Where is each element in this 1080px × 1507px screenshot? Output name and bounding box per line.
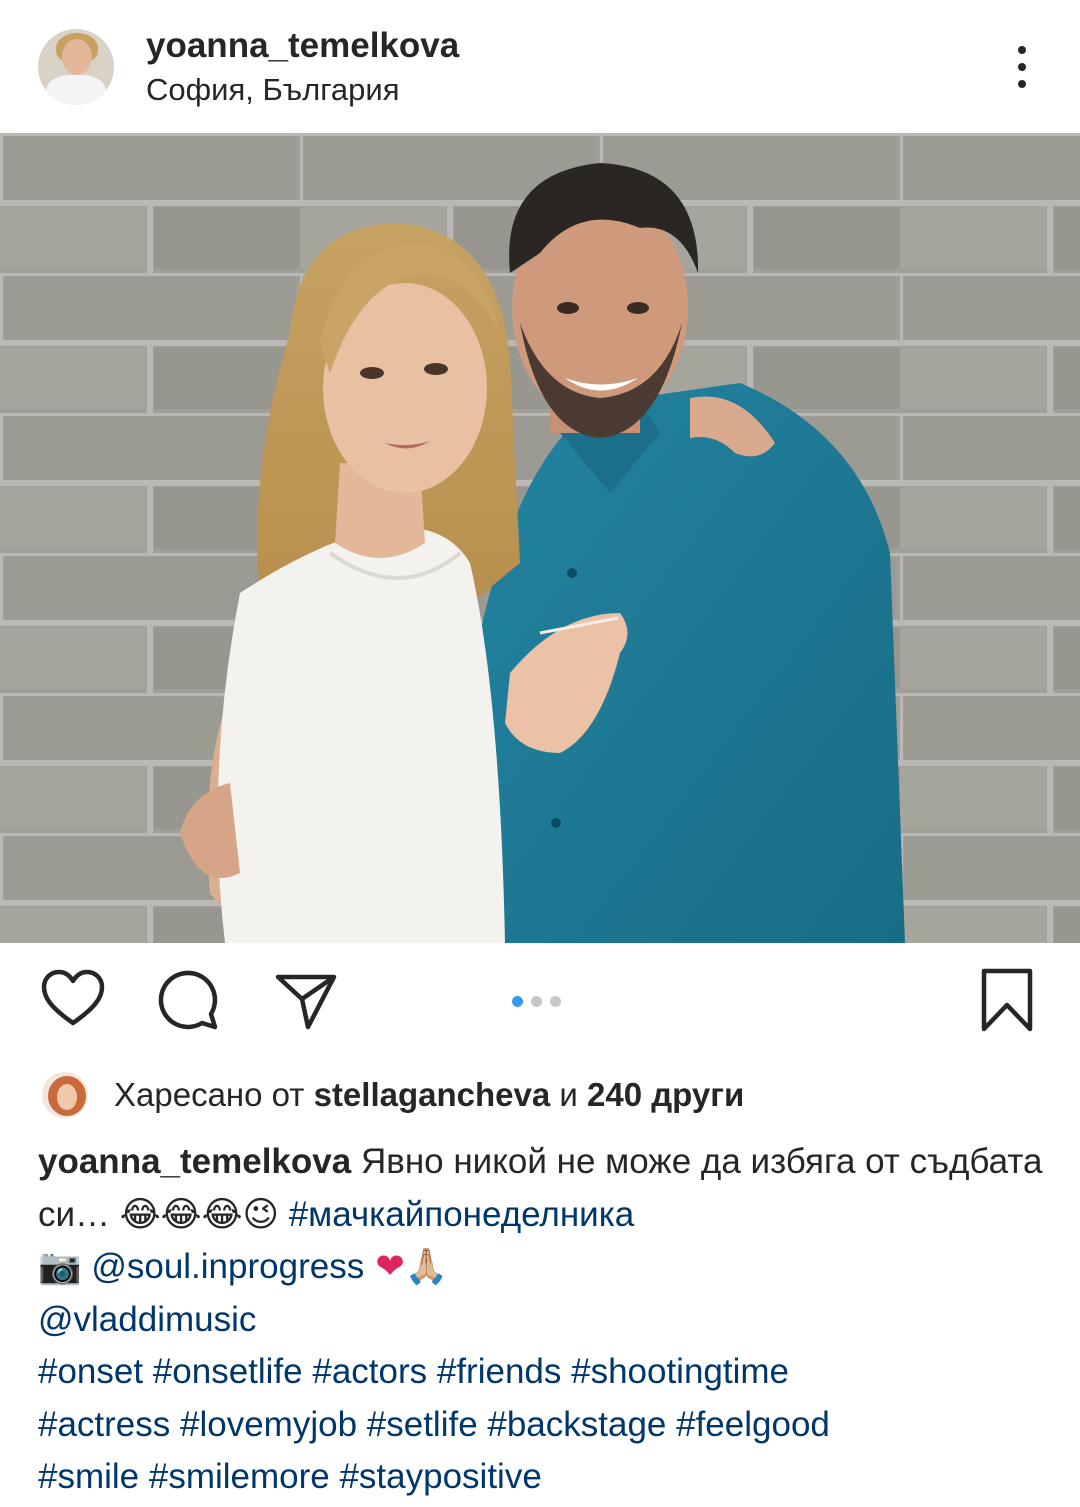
more-options-icon[interactable]: [1004, 40, 1040, 96]
post-header: yoanna_temelkova София, България: [0, 0, 1080, 133]
post-location[interactable]: София, България: [146, 72, 399, 108]
post-caption: yoanna_temelkova Явно никой не може да и…: [38, 1136, 1048, 1504]
share-icon[interactable]: [272, 967, 338, 1033]
carousel-indicator: [512, 996, 561, 1008]
caption-emojis: 😂😂😂😉: [119, 1194, 279, 1235]
heart-pray-emojis: ❤🙏🏼: [364, 1247, 449, 1287]
caption-username[interactable]: yoanna_temelkova: [38, 1142, 351, 1181]
likes-count[interactable]: 240 други: [587, 1076, 744, 1113]
likes-text[interactable]: Харесано от stellagancheva и 240 други: [114, 1076, 744, 1114]
hashtags-line[interactable]: #onset #onsetlife #actors #friends #shoo…: [38, 1352, 789, 1391]
comment-icon[interactable]: [155, 967, 221, 1033]
mention-link[interactable]: @soul.inprogress: [82, 1247, 364, 1286]
carousel-dot: [531, 996, 542, 1007]
camera-icon: 📷: [38, 1247, 82, 1287]
heart-icon[interactable]: [40, 967, 106, 1033]
hashtags-line[interactable]: #actress #lovemyjob #setlife #backstage …: [38, 1405, 830, 1444]
post-username[interactable]: yoanna_temelkova: [146, 26, 459, 66]
carousel-dot-active: [512, 996, 523, 1007]
carousel-dot: [550, 996, 561, 1007]
hashtag[interactable]: #мачкайпонеделника: [279, 1195, 635, 1234]
post-photo[interactable]: [0, 133, 1080, 943]
liker-username[interactable]: stellagancheva: [314, 1076, 551, 1113]
liker-avatar: [40, 1070, 90, 1120]
bookmark-icon[interactable]: [974, 967, 1040, 1033]
profile-avatar[interactable]: [38, 29, 114, 105]
hashtags-line[interactable]: #smile #smilemore #staypositive: [38, 1457, 542, 1496]
mention-link[interactable]: @vladdimusic: [38, 1300, 256, 1339]
likes-row[interactable]: Харесано от stellagancheva и 240 други: [40, 1070, 744, 1120]
